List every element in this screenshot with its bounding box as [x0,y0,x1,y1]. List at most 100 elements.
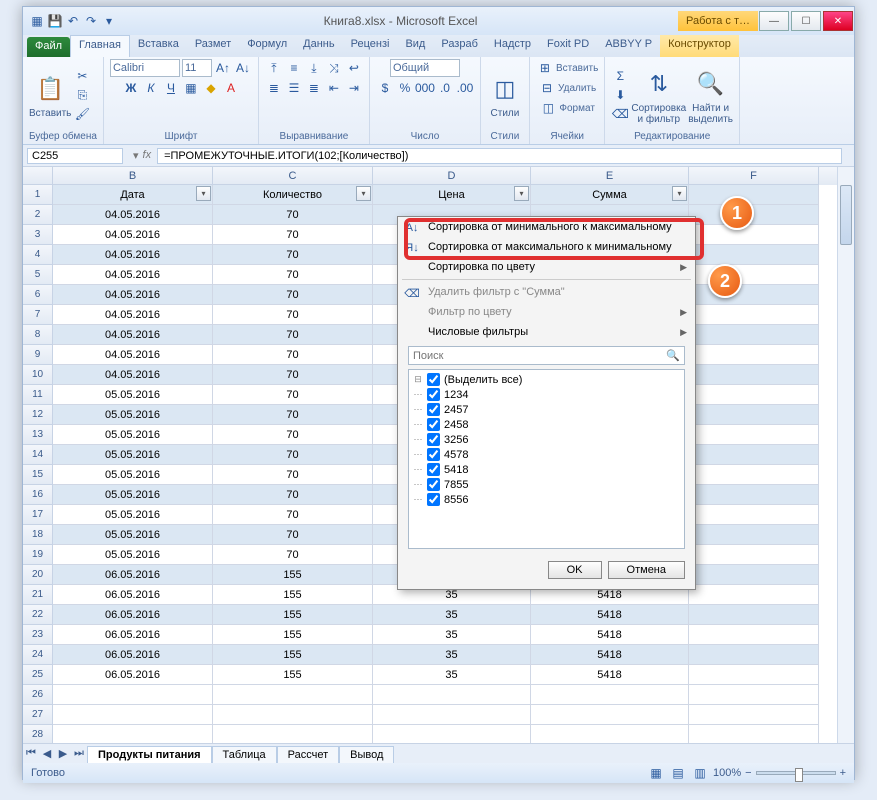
row-header[interactable]: 18 [23,525,53,545]
cell[interactable]: 155 [213,625,373,645]
cell[interactable]: 05.05.2016 [53,465,213,485]
row-header[interactable]: 20 [23,565,53,585]
row-header[interactable]: 14 [23,445,53,465]
percent-icon[interactable]: % [396,79,414,97]
row-header[interactable]: 25 [23,665,53,685]
tab-formulas[interactable]: Формул [239,35,295,57]
zoom-in[interactable]: + [840,767,846,779]
border-icon[interactable]: ▦ [182,79,200,97]
cell[interactable]: 70 [213,385,373,405]
cell[interactable]: 04.05.2016 [53,325,213,345]
name-box[interactable]: C255 [27,148,123,164]
cell[interactable]: 05.05.2016 [53,505,213,525]
cell[interactable]: 35 [373,665,531,685]
fmtpainter-icon[interactable]: 🖌 [73,105,91,123]
align-top-icon[interactable]: ⤒ [265,59,283,77]
number-format-select[interactable]: Общий [390,59,460,77]
filter-item[interactable]: ⋯7855 [411,477,682,492]
sheet-tab-3[interactable]: Рассчет [277,746,340,763]
row-header[interactable]: 16 [23,485,53,505]
tab-home[interactable]: Главная [70,35,130,57]
sheet-nav-next[interactable]: ▶ [55,747,71,760]
qat-more-icon[interactable]: ▾ [101,13,117,29]
cut-icon[interactable]: ✂ [73,67,91,85]
cell[interactable] [689,425,819,445]
cell[interactable] [689,205,819,225]
insert-cells-icon[interactable]: ⊞ [536,59,554,77]
tab-view[interactable]: Вид [397,35,433,57]
filter-item[interactable]: ⋯5418 [411,462,682,477]
redo-icon[interactable]: ↷ [83,13,99,29]
row-header[interactable]: 23 [23,625,53,645]
dec-dec-icon[interactable]: .00 [456,79,474,97]
row-header[interactable]: 28 [23,725,53,743]
align-bot-icon[interactable]: ⤓ [305,59,323,77]
clear-icon[interactable]: ⌫ [611,105,629,123]
cell[interactable] [689,245,819,265]
cell[interactable]: 70 [213,505,373,525]
orient-icon[interactable]: ⤨ [325,59,343,77]
cell[interactable]: 5418 [531,605,689,625]
table-header-sum[interactable]: Сумма▾ [531,185,689,205]
cell[interactable] [689,485,819,505]
cell[interactable] [689,345,819,365]
table-header-date[interactable]: Дата▾ [53,185,213,205]
cell[interactable] [689,365,819,385]
cell[interactable]: 05.05.2016 [53,485,213,505]
comma-icon[interactable]: 000 [416,79,434,97]
row-header[interactable]: 3 [23,225,53,245]
row-header[interactable]: 27 [23,705,53,725]
number-filters-item[interactable]: Числовые фильтры▶ [398,322,695,342]
cell[interactable]: 04.05.2016 [53,345,213,365]
cell[interactable]: 05.05.2016 [53,405,213,425]
cell[interactable]: 04.05.2016 [53,365,213,385]
align-mid-icon[interactable]: ≡ [285,59,303,77]
styles-icon[interactable]: ◫ [487,71,523,107]
filter-item[interactable]: ⋯2457 [411,402,682,417]
filter-button[interactable]: ▾ [514,186,529,201]
cell[interactable] [689,505,819,525]
cell[interactable]: 06.05.2016 [53,625,213,645]
filter-value-list[interactable]: ⊟(Выделить все) ⋯1234⋯2457⋯2458⋯3256⋯457… [408,369,685,549]
sheet-tab-1[interactable]: Продукты питания [87,746,212,763]
table-header-price[interactable]: Цена▾ [373,185,531,205]
cell[interactable] [689,585,819,605]
filter-button[interactable]: ▾ [672,186,687,201]
merge-icon[interactable]: ⇥ [345,79,363,97]
cell[interactable]: 35 [373,645,531,665]
view-normal-icon[interactable]: ▦ [647,764,665,782]
currency-icon[interactable]: $ [376,79,394,97]
tab-design[interactable]: Конструктор [660,35,739,57]
save-icon[interactable]: 💾 [47,13,63,29]
cell[interactable]: 04.05.2016 [53,305,213,325]
cell[interactable]: 05.05.2016 [53,545,213,565]
filter-search-input[interactable] [413,350,666,362]
fx-icon[interactable]: fx [143,149,152,162]
cell[interactable] [689,645,819,665]
sort-color-item[interactable]: Сортировка по цвету▶ [398,257,695,277]
tab-data[interactable]: Даннь [295,35,342,57]
sheet-nav-last[interactable]: ⏭ [71,747,87,760]
cell[interactable] [689,665,819,685]
find-icon[interactable]: 🔍 [693,66,729,102]
tab-file[interactable]: Файл [27,37,70,57]
tab-layout[interactable]: Размет [187,35,239,57]
copy-icon[interactable]: ⎘ [73,86,91,104]
fill-color-icon[interactable]: ◆ [202,79,220,97]
cell[interactable]: 70 [213,405,373,425]
cell[interactable]: 05.05.2016 [53,525,213,545]
delete-cells-icon[interactable]: ⊟ [538,79,556,97]
col-header-d[interactable]: D [373,167,531,185]
cell[interactable]: 35 [373,625,531,645]
cell[interactable]: 06.05.2016 [53,645,213,665]
cell[interactable] [689,325,819,345]
cell[interactable]: 155 [213,665,373,685]
tab-insert[interactable]: Вставка [130,35,187,57]
cell[interactable]: 155 [213,585,373,605]
cell[interactable]: 155 [213,645,373,665]
cell[interactable]: 04.05.2016 [53,245,213,265]
filter-item[interactable]: ⋯2458 [411,417,682,432]
cell[interactable]: 04.05.2016 [53,265,213,285]
row-header[interactable]: 24 [23,645,53,665]
col-header-f[interactable]: F [689,167,819,185]
